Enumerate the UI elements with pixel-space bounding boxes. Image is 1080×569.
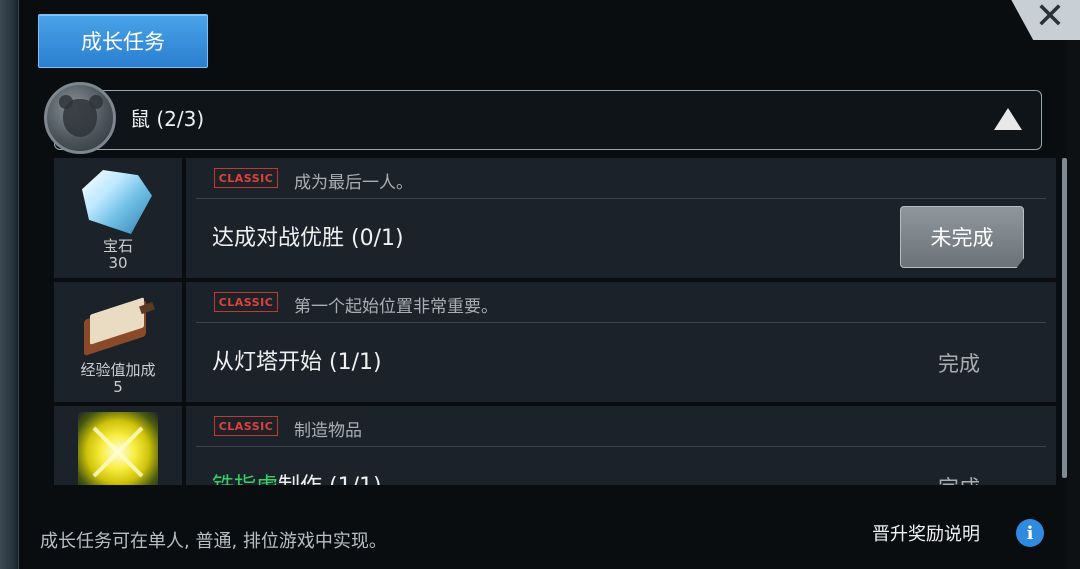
item-name-highlight: 铁指虎 <box>212 474 278 485</box>
task-row: 经验值加成 5 CLASSIC 第一个起始位置非常重要。 从灯塔开始 (1/1)… <box>54 282 1056 402</box>
classic-badge: CLASSIC <box>214 292 278 312</box>
divider <box>196 322 1046 323</box>
reward-cell: 宝石 30 <box>54 158 182 278</box>
divider <box>196 446 1046 447</box>
task-cell: CLASSIC 制造物品 铁指虎制作 (1/1) 完成 <box>186 406 1056 485</box>
task-row: CLASSIC 制造物品 铁指虎制作 (1/1) 完成 <box>54 406 1056 485</box>
gem-icon <box>82 170 152 234</box>
tab-growth-missions[interactable]: 成长任务 <box>38 14 208 68</box>
incomplete-button[interactable]: 未完成 <box>900 206 1024 268</box>
collapse-arrow-icon[interactable] <box>994 108 1022 130</box>
task-subtitle: 制造物品 <box>294 421 362 441</box>
task-title: 铁指虎制作 (1/1) <box>212 468 382 485</box>
task-title: 从灯塔开始 (1/1) <box>212 350 382 375</box>
rat-avatar-icon <box>44 82 116 154</box>
classic-badge: CLASSIC <box>214 168 278 188</box>
complete-status: 完成 <box>938 352 980 376</box>
task-title: 达成对战优胜 (0/1) <box>212 226 404 251</box>
book-icon <box>84 297 155 357</box>
reward-amount: 5 <box>113 378 123 396</box>
reward-name: 宝石 <box>102 237 133 255</box>
task-row: 宝石 30 CLASSIC 成为最后一人。 达成对战优胜 (0/1) 未完成 <box>54 158 1056 278</box>
classic-badge: CLASSIC <box>214 416 278 436</box>
task-subtitle: 成为最后一人。 <box>294 173 413 193</box>
task-cell: CLASSIC 第一个起始位置非常重要。 从灯塔开始 (1/1) 完成 <box>186 282 1056 402</box>
reward-amount: 30 <box>108 254 128 272</box>
close-icon[interactable]: ✕ <box>1030 0 1070 38</box>
task-subtitle: 第一个起始位置非常重要。 <box>294 297 498 317</box>
reward-cell: 经验值加成 5 <box>54 282 182 402</box>
complete-status: 完成 <box>938 472 980 485</box>
reward-name: 经验值加成 <box>80 361 156 379</box>
footer-note: 成长任务可在单人, 普通, 排位游戏中实现。 <box>40 531 387 552</box>
reward-cell <box>54 406 182 485</box>
divider <box>196 198 1046 199</box>
task-list: 宝石 30 CLASSIC 成为最后一人。 达成对战优胜 (0/1) 未完成 经… <box>54 158 1056 485</box>
list-scrollbar[interactable] <box>1062 158 1067 478</box>
promotion-reward-info-link[interactable]: 晋升奖励说明 <box>872 520 980 546</box>
info-icon[interactable]: i <box>1016 519 1044 547</box>
task-title-rest: 制作 (1/1) <box>278 474 382 485</box>
glow-orb-icon <box>78 412 158 485</box>
task-cell: CLASSIC 成为最后一人。 达成对战优胜 (0/1) 未完成 <box>186 158 1056 278</box>
category-label: 鼠 (2/3) <box>130 107 205 131</box>
